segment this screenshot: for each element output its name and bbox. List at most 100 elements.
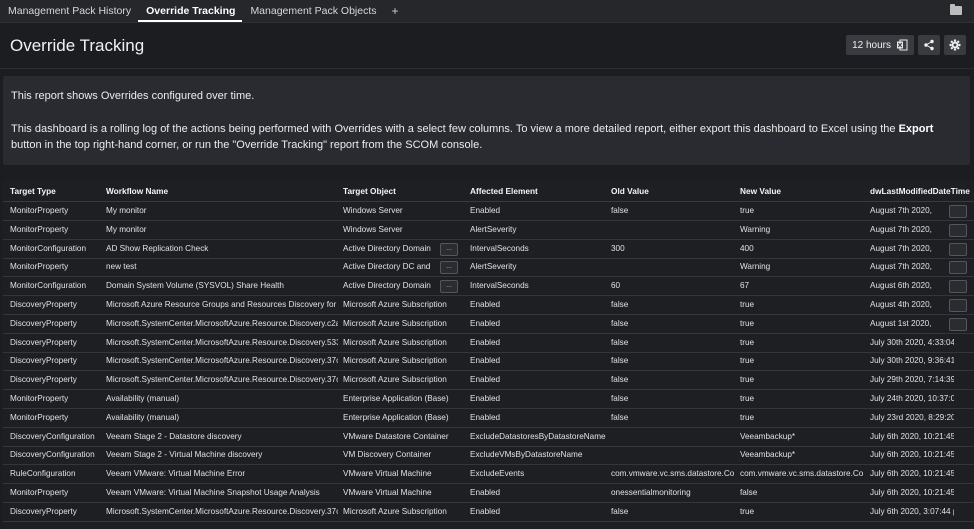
table-row[interactable]: RuleConfiguration Veeam VMware: Virtual M…	[3, 465, 974, 485]
gear-icon	[949, 39, 961, 51]
page-title: Override Tracking	[10, 36, 145, 55]
tab-management-pack-history[interactable]: Management Pack History	[0, 0, 138, 22]
cell-old-value: false	[611, 318, 629, 328]
cell-target-object: Microsoft Azure Subscription	[343, 375, 447, 385]
cell-target-object: VMware Virtual Machine	[343, 469, 432, 479]
cell-workflow-name: My monitor	[106, 224, 147, 234]
table-row[interactable]: MonitorConfiguration AD Show Replication …	[3, 240, 974, 259]
expand-date-button[interactable]	[949, 223, 967, 237]
table-row[interactable]: MonitorProperty new test Active Directory …	[3, 258, 974, 278]
table-row[interactable]: DiscoveryConfiguration Veeam Stage 2 - Da…	[3, 428, 974, 447]
cell-target-type: MonitorConfiguration	[10, 281, 87, 291]
cell-workflow-name: Microsoft Azure Resource Groups and Reso…	[106, 300, 337, 309]
cell-last-modified: July 6th 2020, 10:21:45 pm	[870, 431, 954, 441]
column-header-new-value[interactable]: New Value	[740, 181, 866, 201]
cell-workflow-name: Availability (manual)	[106, 412, 180, 422]
time-range-button[interactable]: 12 hours	[846, 35, 914, 55]
expand-date-button[interactable]	[949, 205, 967, 218]
table-row[interactable]: DiscoveryProperty Microsoft.SystemCenter.…	[3, 371, 974, 391]
expand-date-button[interactable]	[949, 280, 967, 294]
cell-old-value: false	[611, 506, 629, 516]
expand-target-object-button[interactable]: ...	[440, 280, 458, 294]
table-row[interactable]: MonitorConfiguration Domain System Volume…	[3, 277, 974, 297]
tab-override-tracking[interactable]: Override Tracking	[138, 0, 243, 22]
column-header-target-type[interactable]: Target Type	[10, 181, 102, 201]
cell-affected-element: AlertSeverity	[470, 224, 517, 234]
folder-icon[interactable]	[950, 4, 962, 15]
cell-target-type: MonitorConfiguration	[10, 243, 87, 253]
cell-workflow-name: Microsoft.SystemCenter.MicrosoftAzure.Re…	[106, 337, 338, 347]
expand-date-button[interactable]	[949, 317, 967, 331]
table-row[interactable]: MonitorProperty Availability (manual) Ente…	[3, 390, 974, 409]
cell-target-type: DiscoveryProperty	[10, 356, 77, 366]
table-row[interactable]: MonitorProperty Veeam VMware: Virtual Mac…	[3, 484, 974, 503]
table-row[interactable]: DiscoveryProperty Microsoft.SystemCenter.…	[3, 503, 974, 522]
cell-affected-element: Enabled	[470, 488, 501, 497]
expand-date-button[interactable]	[949, 242, 967, 256]
info-text-details: This dashboard is a rolling log of the a…	[11, 121, 966, 153]
table-row[interactable]: DiscoveryConfiguration Veeam Stage 2 - Vi…	[3, 446, 974, 466]
cell-workflow-name: new test	[106, 262, 137, 272]
cell-last-modified: August 4th 2020,	[870, 300, 932, 309]
tab-bar: Management Pack History Override Trackin…	[0, 0, 974, 23]
column-header-old-value[interactable]: Old Value	[611, 181, 737, 201]
override-table: Target Type Workflow Name Target Object …	[3, 181, 974, 529]
cell-new-value: true	[740, 337, 755, 347]
cell-affected-element: Enabled	[470, 337, 501, 347]
tab-management-pack-objects[interactable]: Management Pack Objects	[242, 0, 383, 22]
cell-target-type: MonitorProperty	[10, 224, 69, 234]
cell-affected-element: ExcludeDatastoresByDatastoreName	[470, 431, 606, 441]
table-row[interactable]: MonitorProperty My monitor Windows Server E…	[3, 202, 974, 221]
cell-affected-element: Enabled	[470, 206, 501, 215]
share-icon	[924, 39, 934, 51]
expand-date-button[interactable]	[949, 299, 967, 312]
cell-last-modified: July 6th 2020, 10:21:45 pm	[870, 469, 954, 479]
excel-export-icon[interactable]	[896, 39, 908, 51]
info-panel: This report shows Overrides configured o…	[3, 76, 970, 165]
cell-target-object: Enterprise Application (Base)	[343, 394, 449, 403]
cell-last-modified: July 23rd 2020, 8:29:20 pm	[870, 412, 954, 422]
column-header-last-modified[interactable]: dwLastModifiedDateTime	[870, 181, 974, 201]
cell-workflow-name: Veeam VMware: Virtual Machine Snapshot U…	[106, 488, 320, 497]
cell-target-type: RuleConfiguration	[10, 469, 76, 479]
cell-affected-element: Enabled	[470, 318, 501, 328]
cell-old-value: false	[611, 300, 629, 309]
table-row[interactable]: DiscoveryProperty Microsoft.SystemCenter.…	[3, 315, 974, 334]
cell-old-value: false	[611, 356, 629, 366]
cell-workflow-name: AD Show Replication Check	[106, 243, 209, 253]
settings-button[interactable]	[944, 35, 966, 55]
cell-target-type: MonitorProperty	[10, 394, 69, 403]
add-tab-button[interactable]: +	[384, 0, 407, 22]
cell-target-object: VMware Datastore Container	[343, 431, 449, 441]
cell-last-modified: July 29th 2020, 7:14:39 pm	[870, 375, 954, 385]
table-row[interactable]: DiscoveryProperty Microsoft.SystemCenter.…	[3, 352, 974, 372]
column-header-target-object[interactable]: Target Object	[343, 181, 465, 201]
cell-new-value: Veeambackup*	[740, 450, 796, 460]
cell-target-type: DiscoveryProperty	[10, 506, 77, 516]
cell-new-value: true	[740, 412, 755, 422]
cell-target-type: DiscoveryProperty	[10, 300, 77, 309]
share-button[interactable]	[918, 35, 940, 55]
column-header-workflow-name[interactable]: Workflow Name	[106, 181, 338, 201]
table-row[interactable]: MonitorProperty My monitor Windows Server A…	[3, 221, 974, 240]
expand-target-object-button[interactable]: ...	[440, 261, 458, 275]
expand-date-button[interactable]	[949, 261, 967, 275]
cell-target-object: Microsoft Azure Subscription	[343, 506, 447, 516]
cell-workflow-name: Veeam Stage 2 - Virtual Machine discover…	[106, 450, 263, 460]
cell-target-object: Microsoft Azure Subscription	[343, 356, 447, 366]
cell-new-value: true	[740, 506, 755, 516]
cell-new-value: true	[740, 394, 755, 403]
table-header-row: Target Type Workflow Name Target Object …	[3, 181, 974, 202]
info-text-part2: button in the top right-hand corner, or …	[11, 139, 483, 151]
cell-affected-element: IntervalSeconds	[470, 243, 529, 253]
table-row[interactable]: DiscoveryProperty Microsoft.SystemCenter.…	[3, 334, 974, 353]
table-row[interactable]: MonitorProperty Availability (manual) Ente…	[3, 409, 974, 428]
table-row[interactable]: DiscoveryProperty Microsoft Azure Resourc…	[3, 296, 974, 315]
expand-target-object-button[interactable]: ...	[440, 242, 458, 256]
cell-target-object: VMware Virtual Machine	[343, 488, 432, 497]
cell-affected-element: ExcludeVMsByDatastoreName	[470, 450, 583, 460]
column-header-affected-element[interactable]: Affected Element	[470, 181, 606, 201]
cell-affected-element: IntervalSeconds	[470, 281, 529, 291]
cell-affected-element: Enabled	[470, 506, 501, 516]
cell-new-value: true	[740, 375, 755, 385]
